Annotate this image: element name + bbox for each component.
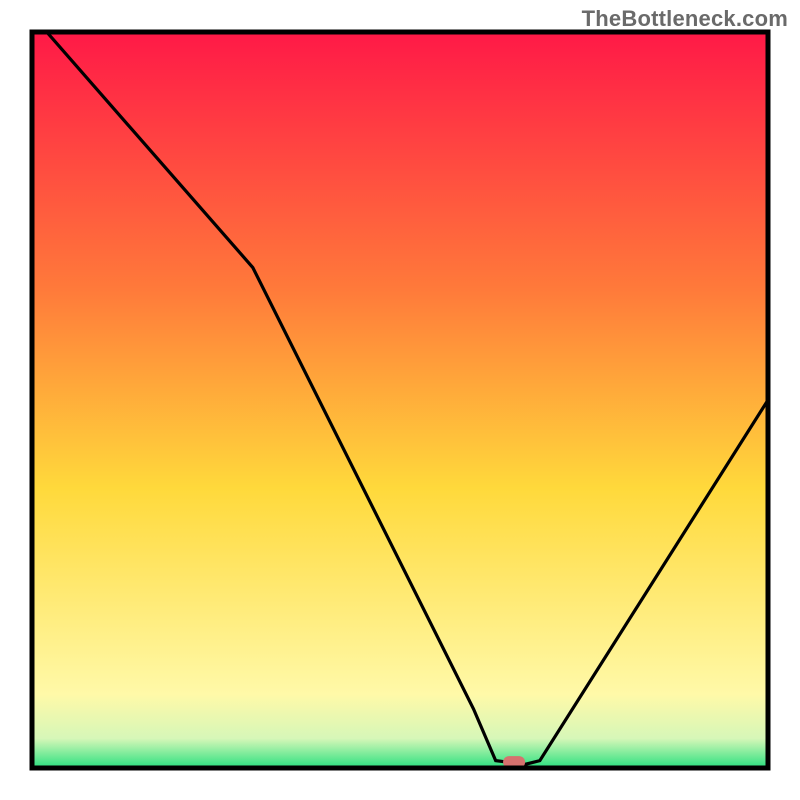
watermark-text: TheBottleneck.com [582,6,788,32]
chart-svg [0,0,800,800]
bottleneck-chart: TheBottleneck.com [0,0,800,800]
